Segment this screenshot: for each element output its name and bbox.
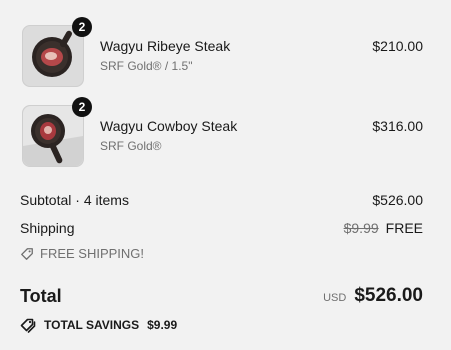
savings-label: TOTAL SAVINGS [44, 318, 140, 332]
shipping-label: Shipping [20, 220, 75, 236]
quantity-badge: 2 [72, 97, 92, 117]
total-row: Total USD $526.00 [20, 285, 423, 307]
savings-row: TOTAL SAVINGS $9.99 [20, 317, 423, 333]
shipping-original-price: $9.99 [343, 220, 379, 236]
currency-code: USD [323, 292, 347, 304]
product-variant: SRF Gold® [100, 139, 162, 153]
free-shipping-text: FREE SHIPPING! [40, 246, 145, 261]
skillet-steak-image [23, 26, 83, 86]
line-item: 2 Wagyu Cowboy Steak SRF Gold® $316.00 [20, 97, 423, 169]
line-item: 2 Wagyu Ribeye Steak SRF Gold® / 1.5" $2… [20, 17, 423, 89]
subtotal-value: $526.00 [372, 192, 423, 208]
total-amount: USD $526.00 [323, 285, 423, 307]
product-price: $210.00 [372, 38, 423, 54]
free-shipping-discount: FREE SHIPPING! [20, 246, 144, 261]
skillet-steak-image [23, 106, 83, 166]
product-name: Wagyu Cowboy Steak [100, 118, 238, 134]
product-image-cowboy: 2 [22, 97, 92, 167]
product-name: Wagyu Ribeye Steak [100, 38, 231, 54]
total-savings: TOTAL SAVINGS $9.99 [20, 317, 177, 333]
shipping-row: Shipping $9.99 FREE [20, 220, 423, 236]
quantity-badge: 2 [72, 17, 92, 37]
product-price: $316.00 [372, 118, 423, 134]
double-tag-icon [20, 318, 36, 333]
free-shipping-row: FREE SHIPPING! [20, 246, 423, 261]
shipping-price: $9.99 FREE [344, 220, 423, 236]
product-variant: SRF Gold® / 1.5" [100, 59, 193, 73]
total-value: $526.00 [354, 285, 423, 306]
subtotal-row: Subtotal · 4 items $526.00 [20, 192, 423, 208]
savings-value: $9.99 [147, 318, 178, 332]
shipping-value: FREE [385, 220, 423, 236]
total-label: Total [20, 285, 62, 306]
tag-icon [21, 247, 33, 260]
subtotal-label: Subtotal · 4 items [20, 192, 129, 208]
product-image-ribeye: 2 [22, 17, 92, 87]
